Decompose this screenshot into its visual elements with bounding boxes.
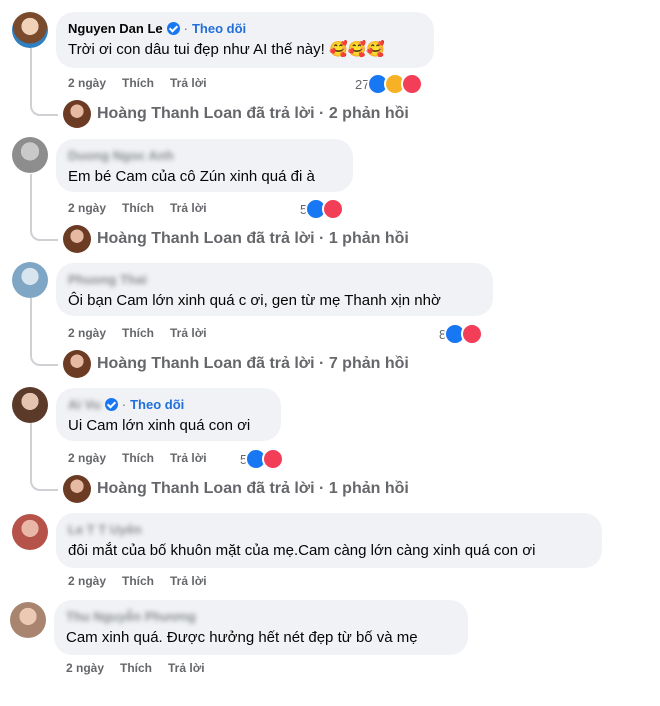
replies-summary: Hoàng Thanh Loan đã trả lời · 1 phản hồi [97, 480, 409, 497]
thread-line [30, 174, 58, 241]
thread-line [30, 48, 58, 116]
view-replies-link[interactable]: Hoàng Thanh Loan đã trả lời · 1 phản hồi [63, 225, 409, 253]
reactions-summary[interactable]: 5 [300, 198, 345, 220]
avatar[interactable] [12, 514, 48, 550]
comment-actions: 2 ngày Thích Trả lời [68, 574, 207, 588]
timestamp[interactable]: 2 ngày [66, 661, 104, 675]
comment-bubble: Nguyen Dan Le · Theo dõi Trời ơi con dâu… [56, 12, 434, 68]
comment-bubble: Le T T Uyên đôi mắt của bố khuôn mặt của… [56, 513, 602, 568]
love-icon [461, 323, 484, 345]
separator-dot: · [183, 21, 188, 36]
follow-link[interactable]: Theo dõi [130, 396, 184, 413]
replier-avatar [63, 475, 91, 503]
view-replies-link[interactable]: Hoàng Thanh Loan đã trả lời · 2 phản hồi [63, 100, 409, 128]
reply-button[interactable]: Trả lời [170, 76, 207, 90]
comment-text: Em bé Cam của cô Zún xinh quá đi à [68, 168, 315, 185]
like-button[interactable]: Thích [122, 451, 154, 465]
comment-actions: 2 ngày Thích Trả lời [68, 76, 207, 90]
reactions-summary[interactable]: 27 [355, 73, 424, 95]
replies-summary: Hoàng Thanh Loan đã trả lời · 7 phản hồi [97, 355, 409, 372]
like-button[interactable]: Thích [122, 574, 154, 588]
like-button[interactable]: Thích [122, 76, 154, 90]
love-icon [262, 448, 285, 470]
author-name[interactable]: Nguyen Dan Le [68, 20, 163, 37]
timestamp[interactable]: 2 ngày [68, 326, 106, 340]
verified-badge-icon [166, 22, 180, 35]
avatar[interactable] [12, 387, 48, 423]
comment-text: Ôi bạn Cam lớn xinh quá c ơi, gen từ mẹ … [68, 292, 441, 309]
author-name[interactable]: Phuong Thai [68, 271, 481, 288]
follow-link[interactable]: Theo dõi [192, 20, 246, 37]
timestamp[interactable]: 2 ngày [68, 451, 106, 465]
comment-actions: 2 ngày Thích Trả lời [68, 201, 207, 215]
verified-badge-icon [104, 398, 118, 411]
comment-bubble: Duong Ngoc Anh Em bé Cam của cô Zún xinh… [56, 139, 353, 192]
avatar[interactable] [12, 12, 48, 48]
view-replies-link[interactable]: Hoàng Thanh Loan đã trả lời · 1 phản hồi [63, 475, 409, 503]
reply-button[interactable]: Trả lời [170, 574, 207, 588]
author-name[interactable]: Duong Ngoc Anh [68, 147, 341, 164]
reply-button[interactable]: Trả lời [170, 201, 207, 215]
avatar[interactable] [12, 137, 48, 173]
view-replies-link[interactable]: Hoàng Thanh Loan đã trả lời · 7 phản hồi [63, 350, 409, 378]
thread-line [30, 298, 58, 366]
reactions-summary[interactable]: 5 [240, 448, 285, 470]
replies-summary: Hoàng Thanh Loan đã trả lời · 1 phản hồi [97, 230, 409, 247]
replier-avatar [63, 100, 91, 128]
comment-text: đôi mắt của bố khuôn mặt của mẹ.Cam càng… [68, 542, 536, 559]
replier-avatar [63, 350, 91, 378]
like-button[interactable]: Thích [122, 326, 154, 340]
love-icon [401, 73, 424, 95]
timestamp[interactable]: 2 ngày [68, 76, 106, 90]
author-name[interactable]: Thu Nguyễn Phương [66, 608, 456, 625]
love-icon [322, 198, 345, 220]
comment-actions: 2 ngày Thích Trả lời [68, 326, 207, 340]
reactions-summary[interactable]: 8 [439, 323, 484, 345]
thread-line [30, 423, 58, 491]
like-button[interactable]: Thích [122, 201, 154, 215]
timestamp[interactable]: 2 ngày [68, 574, 106, 588]
reply-button[interactable]: Trả lời [170, 451, 207, 465]
comment-text: Cam xinh quá. Được hưởng hết nét đẹp từ … [66, 629, 418, 646]
avatar[interactable] [12, 262, 48, 298]
like-button[interactable]: Thích [120, 661, 152, 675]
comment-bubble: Ai Vu · Theo dõi Ui Cam lớn xinh quá con… [56, 388, 281, 441]
avatar[interactable] [10, 602, 46, 638]
timestamp[interactable]: 2 ngày [68, 201, 106, 215]
comment-bubble: Phuong Thai Ôi bạn Cam lớn xinh quá c ơi… [56, 263, 493, 316]
comment-actions: 2 ngày Thích Trả lời [66, 661, 205, 675]
author-name[interactable]: Le T T Uyên [68, 521, 590, 538]
author-name[interactable]: Ai Vu [68, 396, 101, 413]
comment-actions: 2 ngày Thích Trả lời [68, 451, 207, 465]
comment-bubble: Thu Nguyễn Phương Cam xinh quá. Được hưở… [54, 600, 468, 655]
replier-avatar [63, 225, 91, 253]
comment-text: Ui Cam lớn xinh quá con ơi [68, 417, 251, 434]
separator-dot: · [121, 397, 127, 412]
reply-button[interactable]: Trả lời [168, 661, 205, 675]
replies-summary: Hoàng Thanh Loan đã trả lời · 2 phản hồi [97, 105, 409, 122]
reply-button[interactable]: Trả lời [170, 326, 207, 340]
comment-text: Trời ơi con dâu tui đẹp như AI thế này! … [68, 41, 385, 58]
